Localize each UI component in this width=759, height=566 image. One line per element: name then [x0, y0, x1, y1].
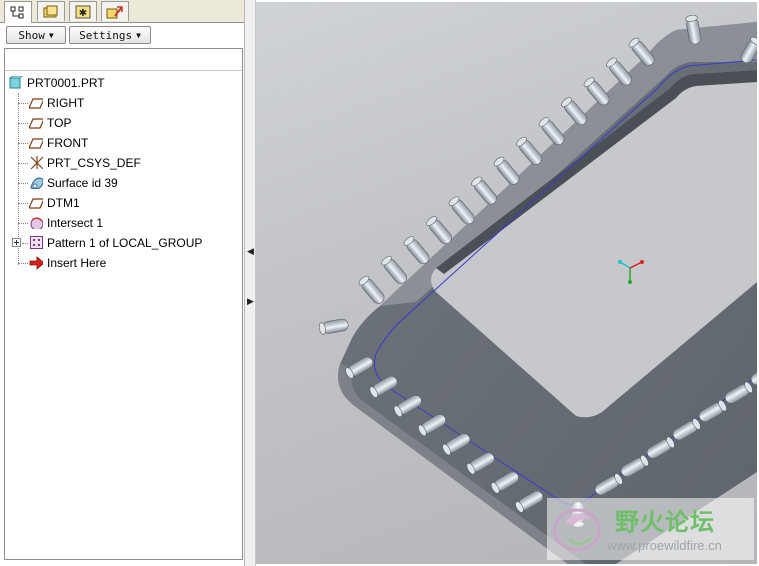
pin — [318, 318, 349, 335]
tree-item-label: Insert Here — [47, 256, 107, 270]
watermark-logo-icon — [553, 508, 601, 552]
show-dropdown-button[interactable]: Show ▼ — [6, 26, 66, 44]
insert-arrow-icon — [29, 256, 43, 270]
tree-item-csys[interactable]: PRT_CSYS_DEF — [5, 154, 242, 172]
tree-connector — [18, 223, 28, 224]
model-tree-icon — [10, 6, 24, 18]
datum-plane-icon — [29, 138, 43, 149]
tab-folder-browser[interactable] — [37, 1, 65, 21]
chevron-down-icon: ▼ — [48, 30, 54, 40]
tree-connector — [18, 143, 28, 144]
tree-connector — [18, 163, 28, 164]
tree-connector — [18, 183, 28, 184]
folder-browser-icon — [43, 5, 58, 17]
tree-item-pattern[interactable]: Pattern 1 of LOCAL_GROUP — [5, 234, 242, 252]
tree-connector — [18, 203, 28, 204]
pin — [426, 216, 452, 245]
tree-connector — [18, 263, 28, 264]
pin — [493, 156, 520, 185]
intersect-curve-icon — [30, 217, 43, 229]
pin — [561, 97, 587, 126]
tree-item-label: DTM1 — [47, 196, 80, 210]
expand-right-icon[interactable]: ▶ — [247, 296, 254, 307]
tree-item-label: TOP — [47, 116, 72, 130]
collapse-left-icon[interactable]: ◀ — [247, 246, 254, 257]
tree-connector — [18, 123, 28, 124]
connections-icon — [106, 5, 123, 18]
tree-item-label: Intersect 1 — [47, 216, 104, 230]
watermark-title: 野火论坛 — [615, 508, 715, 536]
tree-item-label: FRONT — [47, 136, 89, 150]
pin — [381, 255, 407, 284]
creo-window: ✱ Show ▼ Settings ▼ PRT0001.PRT RIGHT TO… — [0, 0, 759, 566]
tree-item-label: PRT_CSYS_DEF — [47, 156, 141, 170]
tree-item-label: Surface id 39 — [47, 176, 118, 190]
pin — [538, 117, 565, 146]
tab-model-tree[interactable] — [4, 1, 32, 23]
pin — [403, 236, 430, 265]
pin — [358, 275, 385, 304]
datum-plane-icon — [29, 198, 43, 209]
tree-connector — [22, 243, 28, 244]
pin — [471, 176, 497, 205]
tree-item-root[interactable]: PRT0001.PRT — [5, 74, 242, 92]
tab-connections[interactable] — [101, 1, 129, 21]
tree-connector — [18, 103, 28, 104]
tree-item-insert-here[interactable]: Insert Here — [5, 254, 242, 272]
datum-plane-icon — [29, 98, 43, 109]
model-tree: PRT0001.PRT RIGHT TOP FRONT PRT_CSYS_DEF… — [4, 48, 243, 560]
tree-item-intersect[interactable]: Intersect 1 — [5, 214, 242, 232]
settings-dropdown-button[interactable]: Settings ▼ — [69, 26, 151, 44]
graphics-window[interactable] — [256, 2, 757, 564]
tree-item-surface[interactable]: Surface id 39 — [5, 174, 242, 192]
navigator-panel: ✱ Show ▼ Settings ▼ PRT0001.PRT RIGHT TO… — [0, 0, 244, 566]
tab-favorites[interactable]: ✱ — [69, 1, 97, 21]
tree-item-dtm1[interactable]: DTM1 — [5, 194, 242, 212]
tree-item-label: RIGHT — [47, 96, 85, 110]
tree-item-label: Pattern 1 of LOCAL_GROUP — [47, 236, 203, 250]
settings-label: Settings — [79, 28, 133, 42]
tree-item-right[interactable]: RIGHT — [5, 94, 242, 112]
tree-item-top[interactable]: TOP — [5, 114, 242, 132]
navigator-toolbar: Show ▼ Settings ▼ — [0, 23, 244, 47]
tree-root-label: PRT0001.PRT — [27, 76, 105, 90]
coordinate-system-icon — [30, 156, 43, 169]
panel-sash[interactable]: ◀ ▶ — [244, 0, 256, 566]
tree-header — [5, 49, 242, 71]
pattern-icon — [30, 236, 43, 249]
model-viewport — [318, 14, 757, 564]
surface-icon — [30, 177, 43, 189]
chevron-down-icon: ▼ — [136, 30, 141, 40]
watermark-url: www.proewildfire.cn — [607, 538, 722, 553]
favorites-icon: ✱ — [75, 5, 91, 19]
svg-text:✱: ✱ — [79, 8, 87, 19]
expand-plus-icon[interactable] — [12, 238, 22, 248]
watermark: 野火论坛 www.proewildfire.cn — [547, 498, 754, 560]
part-icon — [9, 76, 23, 89]
tree-item-front[interactable]: FRONT — [5, 134, 242, 152]
navigator-tab-strip: ✱ — [0, 0, 244, 23]
pin — [448, 196, 475, 225]
pin — [516, 136, 542, 165]
datum-plane-icon — [29, 118, 43, 129]
show-label: Show — [18, 28, 45, 42]
